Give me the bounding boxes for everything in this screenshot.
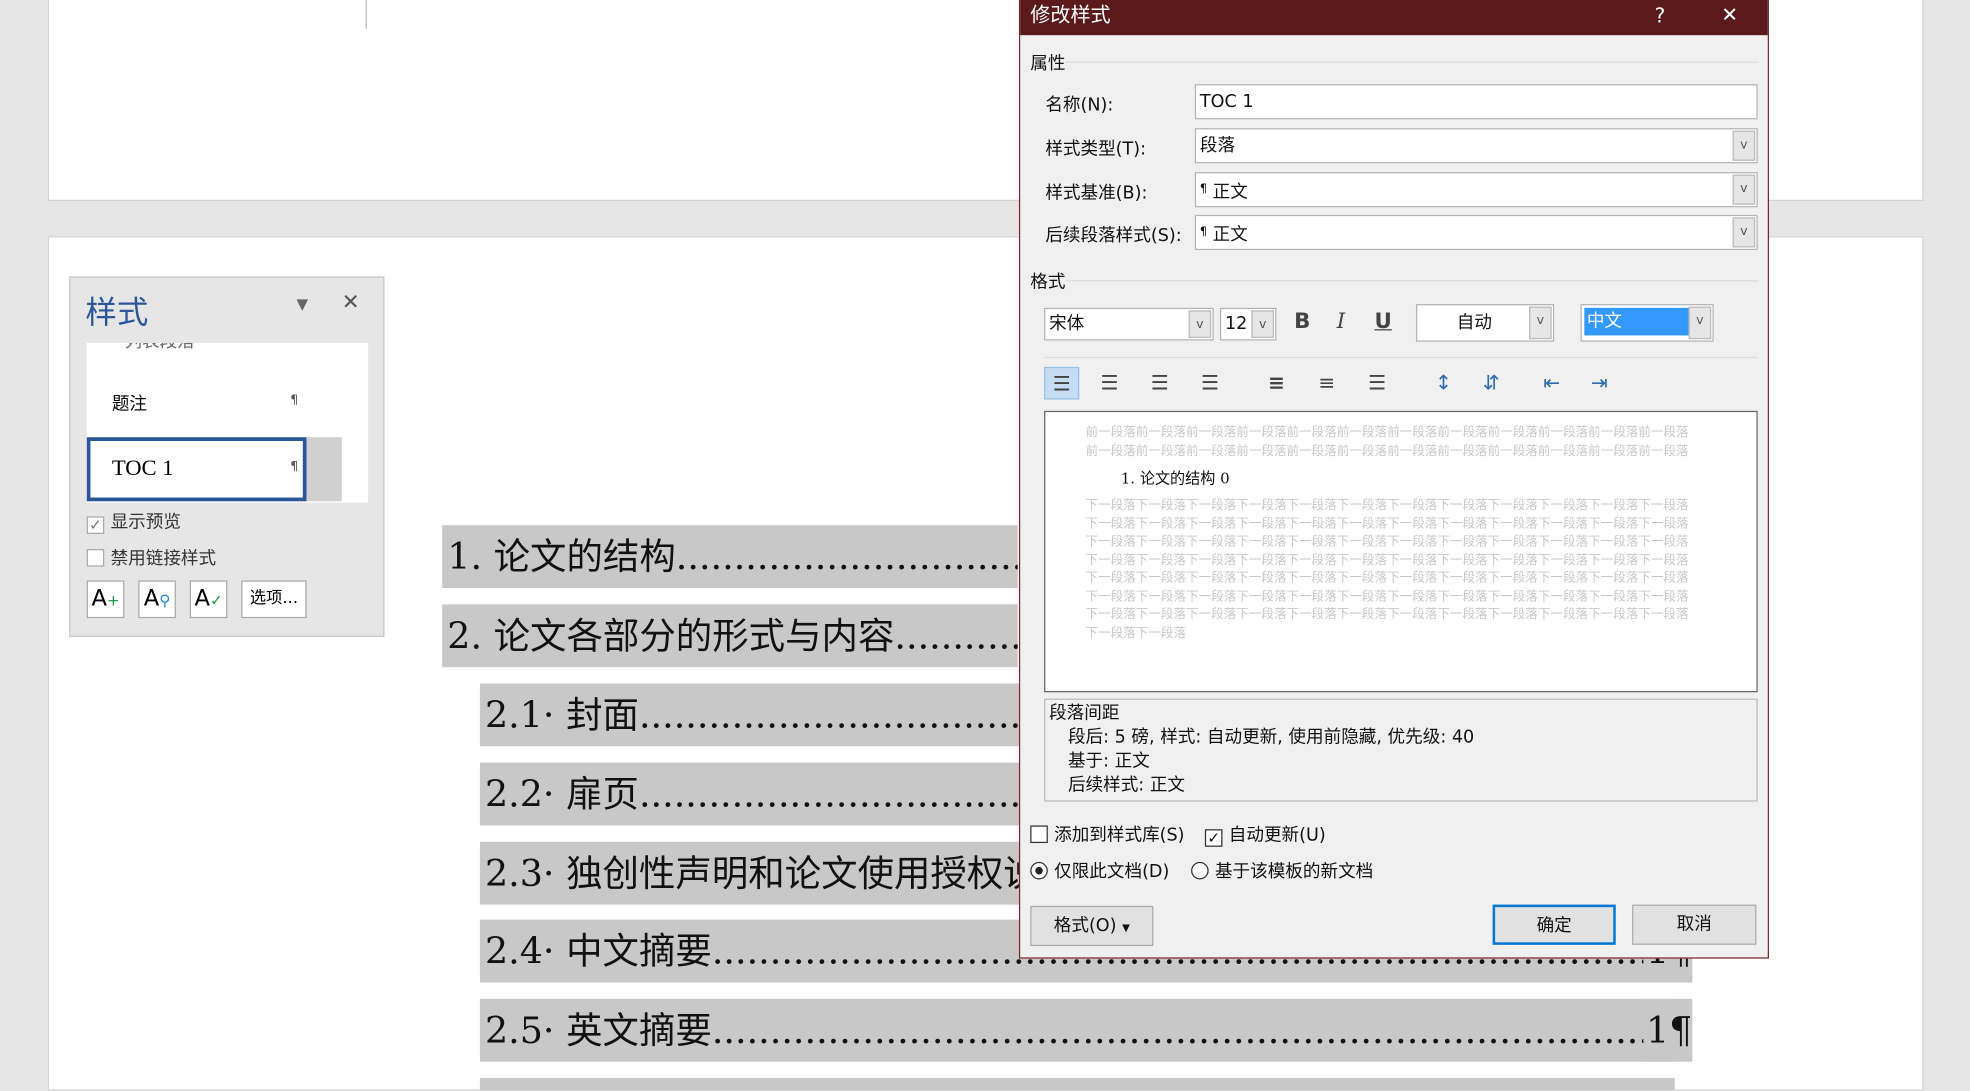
styles-pane-title: 样式 (85, 293, 149, 331)
dialog-title: 修改样式 (1030, 2, 1111, 27)
styles-pane: 样式 ▼ ✕ 列表段落 题注 ¶ TOC 1 ¶ ✓显示预览 禁用链接样式 A+… (69, 276, 385, 637)
close-button[interactable]: ✕ (1721, 0, 1738, 30)
options-button[interactable]: 选项... (241, 580, 307, 619)
toc-entry-text: 2.1· 封面 (484, 693, 639, 737)
increase-paragraph-spacing-icon[interactable]: ↕ (1426, 367, 1461, 400)
dialog-titlebar: 修改样式 ? ✕ (1020, 0, 1768, 36)
decrease-indent-icon[interactable]: ⇤ (1534, 367, 1569, 400)
toc-entry-text: 2.4· 中文摘要 (484, 929, 712, 973)
next-style-select[interactable]: ¶ 正文 v (1194, 214, 1758, 251)
this-document-radio[interactable]: 仅限此文档(D) (1030, 858, 1169, 883)
style-inspector-icon[interactable]: A⚲ (138, 580, 176, 619)
add-to-gallery-checkbox[interactable]: 添加到样式库(S) (1030, 822, 1185, 847)
caret-down-icon: ▼ (1122, 922, 1130, 934)
show-preview-checkbox[interactable]: ✓ 显示预览 (86, 509, 181, 534)
name-input[interactable]: TOC 1 (1194, 84, 1758, 120)
list-item-partial: 列表段落 (124, 343, 194, 353)
help-button[interactable]: ? (1655, 1, 1666, 31)
modify-style-dialog: 修改样式 ? ✕ 属性 名称(N): TOC 1 样式类型(T): 段落 v 样式… (1018, 0, 1770, 959)
manage-styles-icon[interactable]: A✓ (189, 580, 228, 619)
properties-heading: 属性 (1030, 54, 1066, 75)
style-type-label: 样式类型(T): (1045, 139, 1147, 160)
style-item-caption[interactable]: 题注 ¶ (87, 381, 368, 424)
toc-entry[interactable]: 2. 论文各部分的形式与内容..........................… (442, 604, 1018, 668)
preview-sample: 1. 论文的结构 0 (1120, 469, 1230, 488)
single-spacing-icon[interactable]: ≡ (1259, 367, 1294, 400)
toc-page-number: 1¶ (1643, 998, 1693, 1062)
name-label: 名称(N): (1045, 95, 1114, 116)
underline-button[interactable]: U (1375, 309, 1392, 334)
preview-previous-paragraph: 前一段落前一段落前一段落前一段落前一段落前一段落前一段落前一段落前一段落前一段落… (1085, 425, 1689, 458)
style-type-select[interactable]: 段落 v (1194, 128, 1758, 164)
style-description: 段落间距 段后: 5 磅, 样式: 自动更新, 使用前隐藏, 优先级: 40 基… (1044, 698, 1758, 802)
margin-mark (365, 0, 367, 29)
new-documents-template-radio[interactable]: 基于该模板的新文档 (1191, 858, 1373, 883)
toc-entry-partial (479, 1077, 1675, 1091)
format-menu-button[interactable]: 格式(O) ▼ (1030, 905, 1154, 947)
justify-icon[interactable]: ☰ (1192, 367, 1227, 400)
toc-entry-text: 2. 论文各部分的形式与内容 (447, 614, 895, 658)
format-heading: 格式 (1030, 272, 1066, 293)
style-item-toc1[interactable]: TOC 1 ¶ (86, 437, 307, 502)
leader-dots: ........................................… (675, 535, 1018, 578)
increase-indent-icon[interactable]: ⇥ (1582, 367, 1617, 400)
toc-entry-text: 2.2· 扉页 (484, 772, 639, 816)
style-item-dropdown[interactable] (306, 437, 342, 502)
chevron-down-icon: v (1688, 306, 1712, 340)
toc-entry[interactable]: 2.5· 英文摘要...............................… (479, 998, 1693, 1062)
chevron-down-icon: v (1188, 310, 1212, 338)
styles-list[interactable]: 列表段落 题注 ¶ TOC 1 ¶ (86, 342, 369, 503)
chevron-down-icon: v (1529, 306, 1552, 340)
font-select[interactable]: 宋体 v (1044, 307, 1214, 341)
cancel-button[interactable]: 取消 (1632, 904, 1757, 945)
disable-linked-styles-checkbox[interactable]: 禁用链接样式 (86, 545, 216, 570)
toc-entry-text: 2.5· 英文摘要 (484, 1008, 712, 1052)
align-center-icon[interactable]: ☰ (1092, 367, 1127, 400)
chevron-down-icon: v (1251, 310, 1274, 338)
preview-next-paragraph: 下一段落下一段落下一段落下一段落下一段落下一段落下一段落下一段落下一段落下一段落… (1085, 498, 1689, 641)
close-icon[interactable]: ✕ (342, 290, 360, 315)
chevron-down-icon: v (1732, 130, 1756, 161)
align-right-icon[interactable]: ☰ (1142, 367, 1177, 400)
italic-button[interactable]: I (1337, 309, 1345, 334)
toc-entry-text: 2.3· 独创性声明和论文使用授权说明 (484, 851, 1077, 895)
double-spacing-icon[interactable]: ☰ (1359, 367, 1394, 400)
new-style-icon[interactable]: A+ (86, 580, 125, 619)
toc-entry[interactable]: 1. 论文的结构................................… (442, 525, 1018, 588)
decrease-paragraph-spacing-icon[interactable]: ⇵ (1474, 367, 1509, 400)
pane-menu-icon[interactable]: ▼ (297, 295, 309, 313)
paragraph-icon: ¶ (1199, 226, 1208, 239)
style-preview: 前一段落前一段落前一段落前一段落前一段落前一段落前一段落前一段落前一段落前一段落… (1044, 410, 1758, 693)
leader-dots: ........................................… (711, 1008, 1656, 1052)
one-half-spacing-icon[interactable]: ≡ (1309, 367, 1344, 400)
next-style-label: 后续段落样式(S): (1045, 226, 1182, 247)
script-select[interactable]: 中文 v (1580, 304, 1714, 342)
chevron-down-icon: v (1732, 174, 1756, 205)
leader-dots: ........................................… (894, 614, 1018, 658)
ok-button[interactable]: 确定 (1492, 904, 1616, 945)
chevron-down-icon: v (1732, 217, 1756, 248)
auto-update-checkbox[interactable]: ✓ 自动更新(U) (1204, 822, 1326, 847)
based-on-label: 样式基准(B): (1045, 183, 1148, 204)
align-left-icon[interactable]: ☰ (1044, 366, 1080, 400)
bold-button[interactable]: B (1294, 309, 1310, 334)
toc-entry-text: 1. 论文的结构 (447, 535, 676, 578)
based-on-select[interactable]: ¶ 正文 v (1194, 172, 1758, 208)
font-color-select[interactable]: 自动 v (1415, 304, 1555, 342)
paragraph-icon: ¶ (1199, 183, 1208, 196)
font-size-select[interactable]: 12 v (1219, 307, 1277, 341)
